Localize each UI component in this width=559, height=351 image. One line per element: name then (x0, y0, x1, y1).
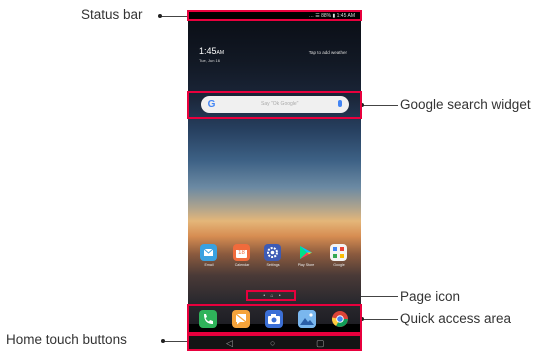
callout-page-icon: Page icon (400, 289, 461, 304)
callout-home-touch-buttons: Home touch buttons (6, 332, 127, 347)
quick-access-highlight (187, 304, 362, 334)
callout-status-bar: Status bar (81, 7, 143, 22)
app-label-play-store: Play Store (297, 263, 315, 267)
home-buttons-highlight (187, 334, 362, 351)
clock-widget[interactable]: 1:45AM (199, 46, 224, 56)
clock-time: 1:45 (199, 46, 217, 56)
google-folder-icon[interactable] (330, 244, 347, 261)
leader-dot (158, 14, 162, 18)
callout-google-search-widget: Google search widget (400, 97, 531, 112)
app-label-calendar: Calendar (234, 263, 250, 267)
app-label-email: Email (204, 263, 214, 267)
clock-ampm: AM (216, 50, 225, 56)
home-screen-wallpaper (188, 21, 361, 324)
search-widget-highlight (187, 91, 362, 119)
leader-google-search (362, 105, 398, 106)
weather-hint[interactable]: Tap to add weather (309, 50, 347, 55)
leader-home-buttons (163, 341, 188, 342)
settings-app-icon[interactable] (264, 244, 281, 261)
leader-quick-access (362, 319, 398, 320)
calendar-day: 18 (238, 250, 245, 256)
clock-date: Tue, Jun 16 (199, 58, 220, 63)
status-bar-highlight (187, 10, 362, 21)
app-label-google: Google (333, 263, 345, 267)
calendar-app-icon[interactable]: 18 (233, 244, 250, 261)
app-label-settings: Settings (266, 263, 280, 267)
callout-quick-access-area: Quick access area (400, 311, 512, 326)
play-store-app-icon[interactable] (297, 244, 314, 261)
email-app-icon[interactable] (200, 244, 217, 261)
leader-status-bar (160, 16, 187, 17)
page-icon-highlight (246, 290, 296, 301)
leader-dot (161, 339, 165, 343)
